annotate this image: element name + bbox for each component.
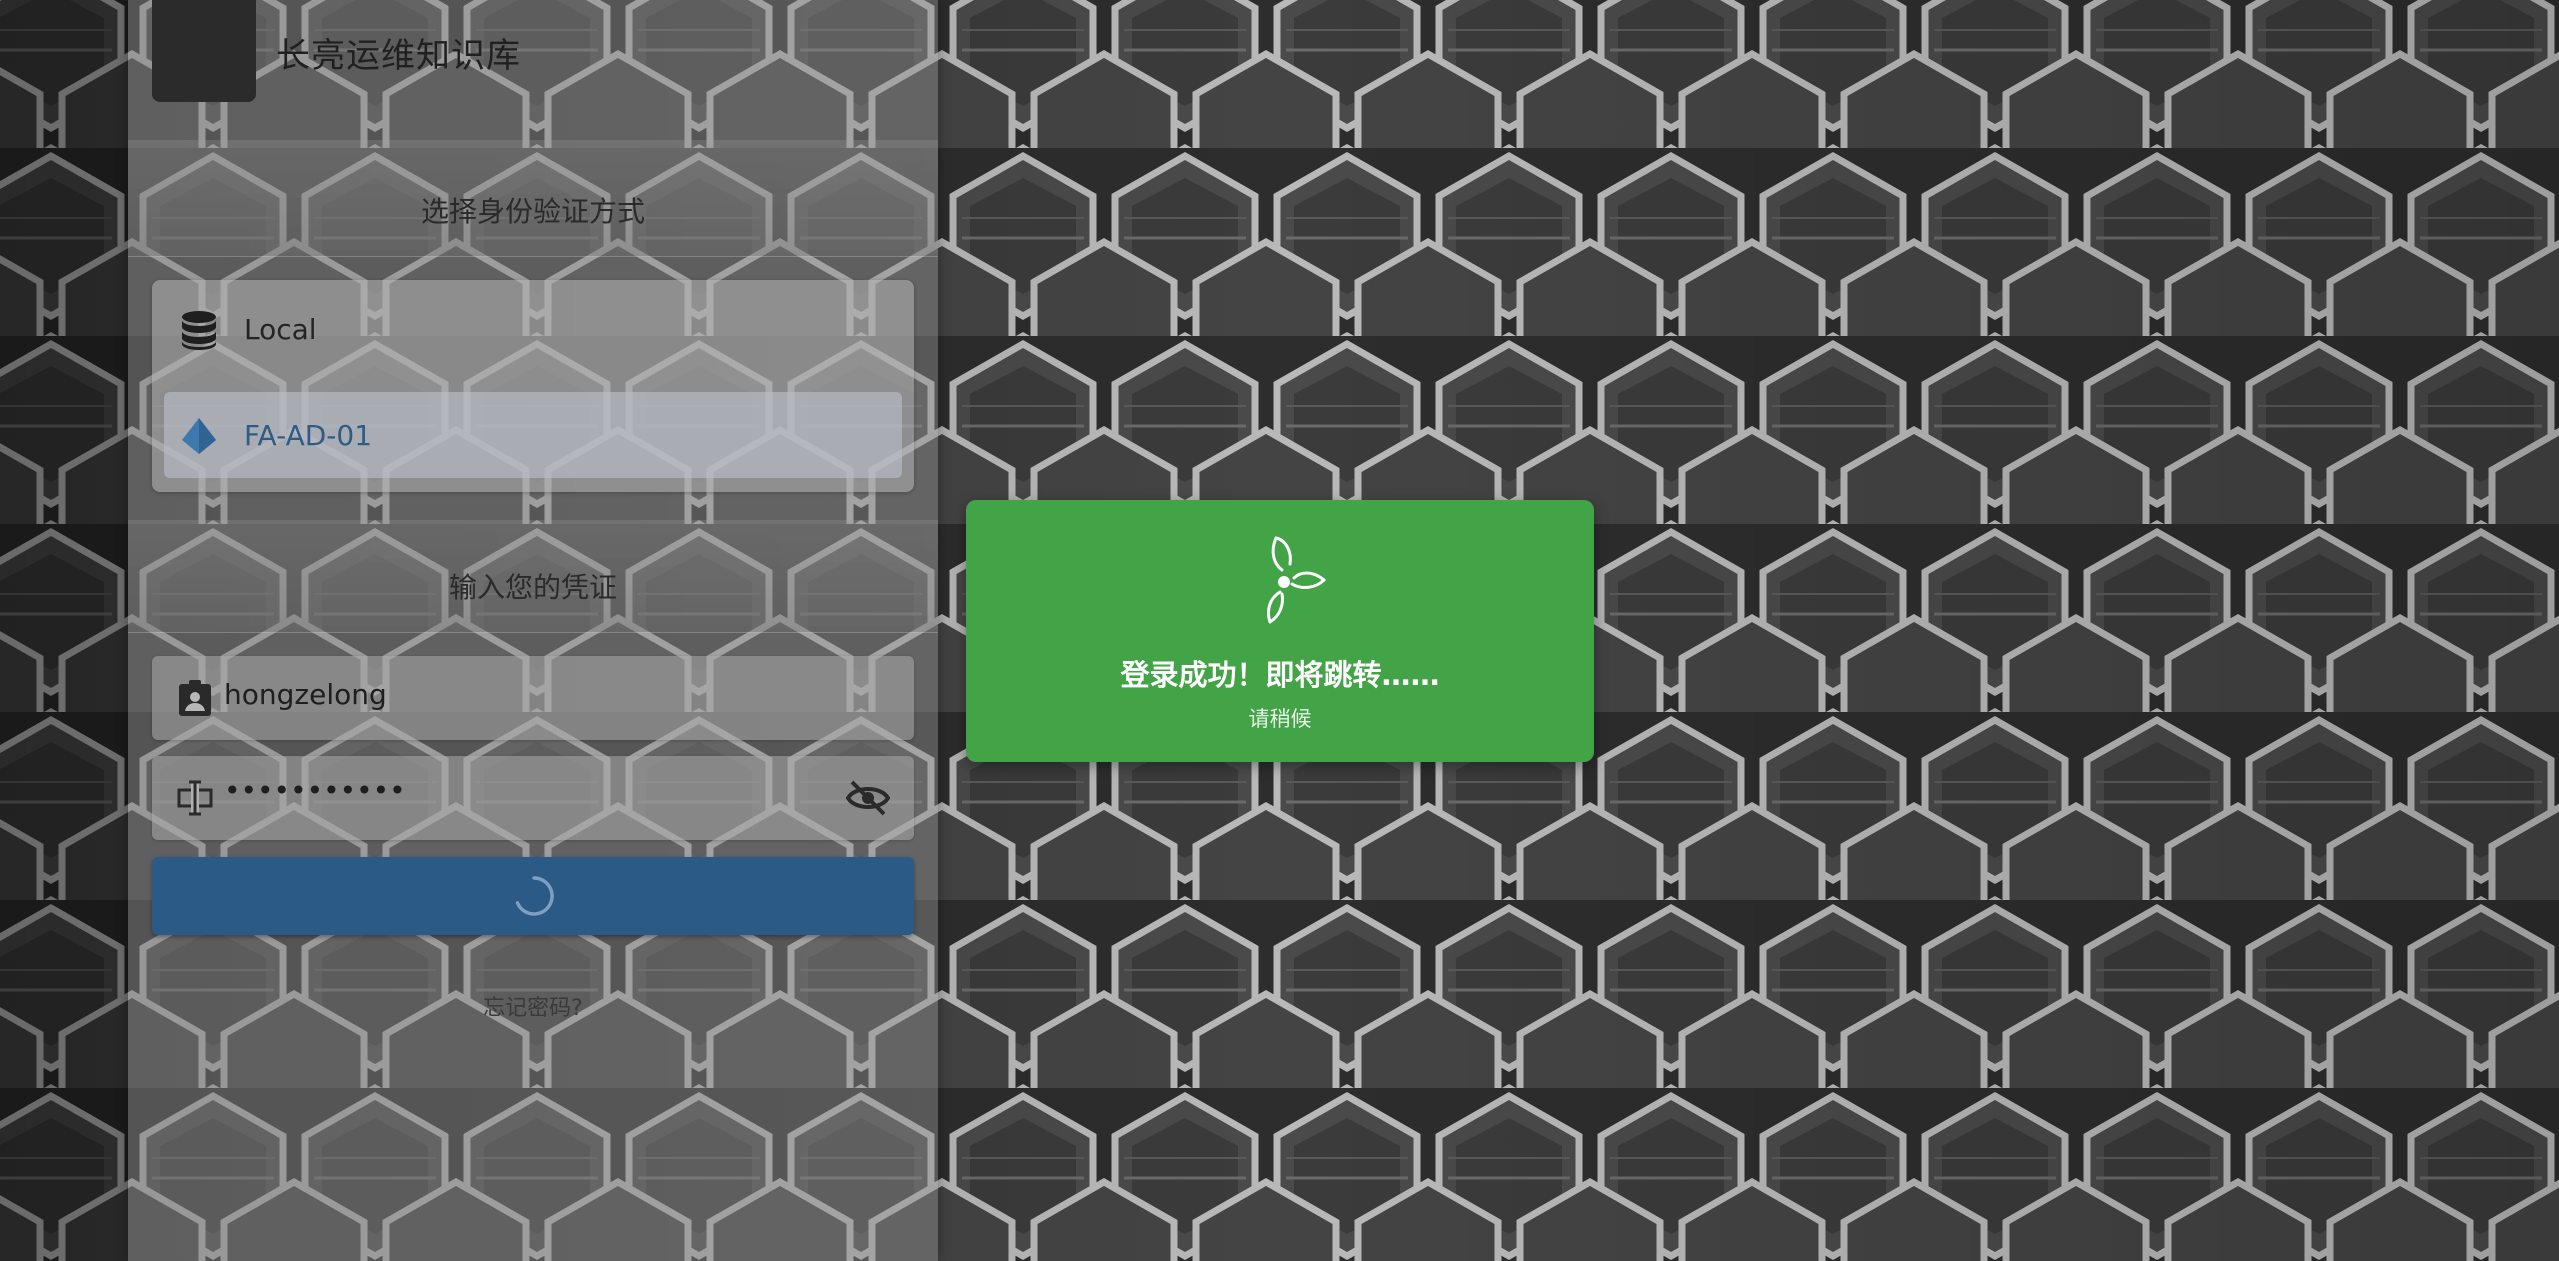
login-success-toast: 登录成功！即将跳转…… 请稍候 [966, 500, 1594, 762]
password-value: ••••••••••• [224, 774, 406, 807]
auth-method-heading: 选择身份验证方式 [420, 195, 645, 228]
auth-option-label: Local [244, 312, 317, 346]
auth-option-local[interactable]: Local [164, 286, 902, 372]
auth-option-fa-ad-01[interactable]: FA-AD-01 [164, 392, 902, 478]
eye-off-icon[interactable] [846, 778, 890, 818]
database-icon [182, 311, 216, 350]
username-value: hongzelong [224, 678, 387, 711]
credentials-heading: 输入您的凭证 [448, 571, 617, 604]
app-title: 长亮运维知识库 [276, 36, 521, 76]
login-page: 长亮运维知识库 选择身份验证方式 Local FA-AD-01 输入您的凭证 h… [0, 0, 2559, 1261]
toast-subtitle: 请稍候 [1248, 707, 1312, 731]
username-field[interactable]: hongzelong [152, 656, 914, 740]
ad-diamond-icon [182, 418, 216, 454]
loading-spinner-icon [515, 876, 554, 916]
contact-card-icon [179, 680, 211, 716]
login-panel: 长亮运维知识库 选择身份验证方式 Local FA-AD-01 输入您的凭证 h… [128, 0, 938, 1261]
app-logo [152, 0, 256, 102]
toast-title: 登录成功！即将跳转…… [1120, 658, 1440, 692]
auth-method-list: Local FA-AD-01 [152, 280, 914, 492]
password-field[interactable]: ••••••••••• [152, 756, 914, 840]
loading-tri-icon [1266, 536, 1326, 624]
auth-option-label: FA-AD-01 [244, 418, 373, 452]
password-cursor-icon [177, 780, 213, 816]
forgot-password-link[interactable]: 忘记密码? [128, 990, 938, 1022]
login-submit-button[interactable] [152, 857, 914, 935]
background-shade [0, 0, 128, 1261]
panel-header: 长亮运维知识库 [128, 0, 938, 140]
